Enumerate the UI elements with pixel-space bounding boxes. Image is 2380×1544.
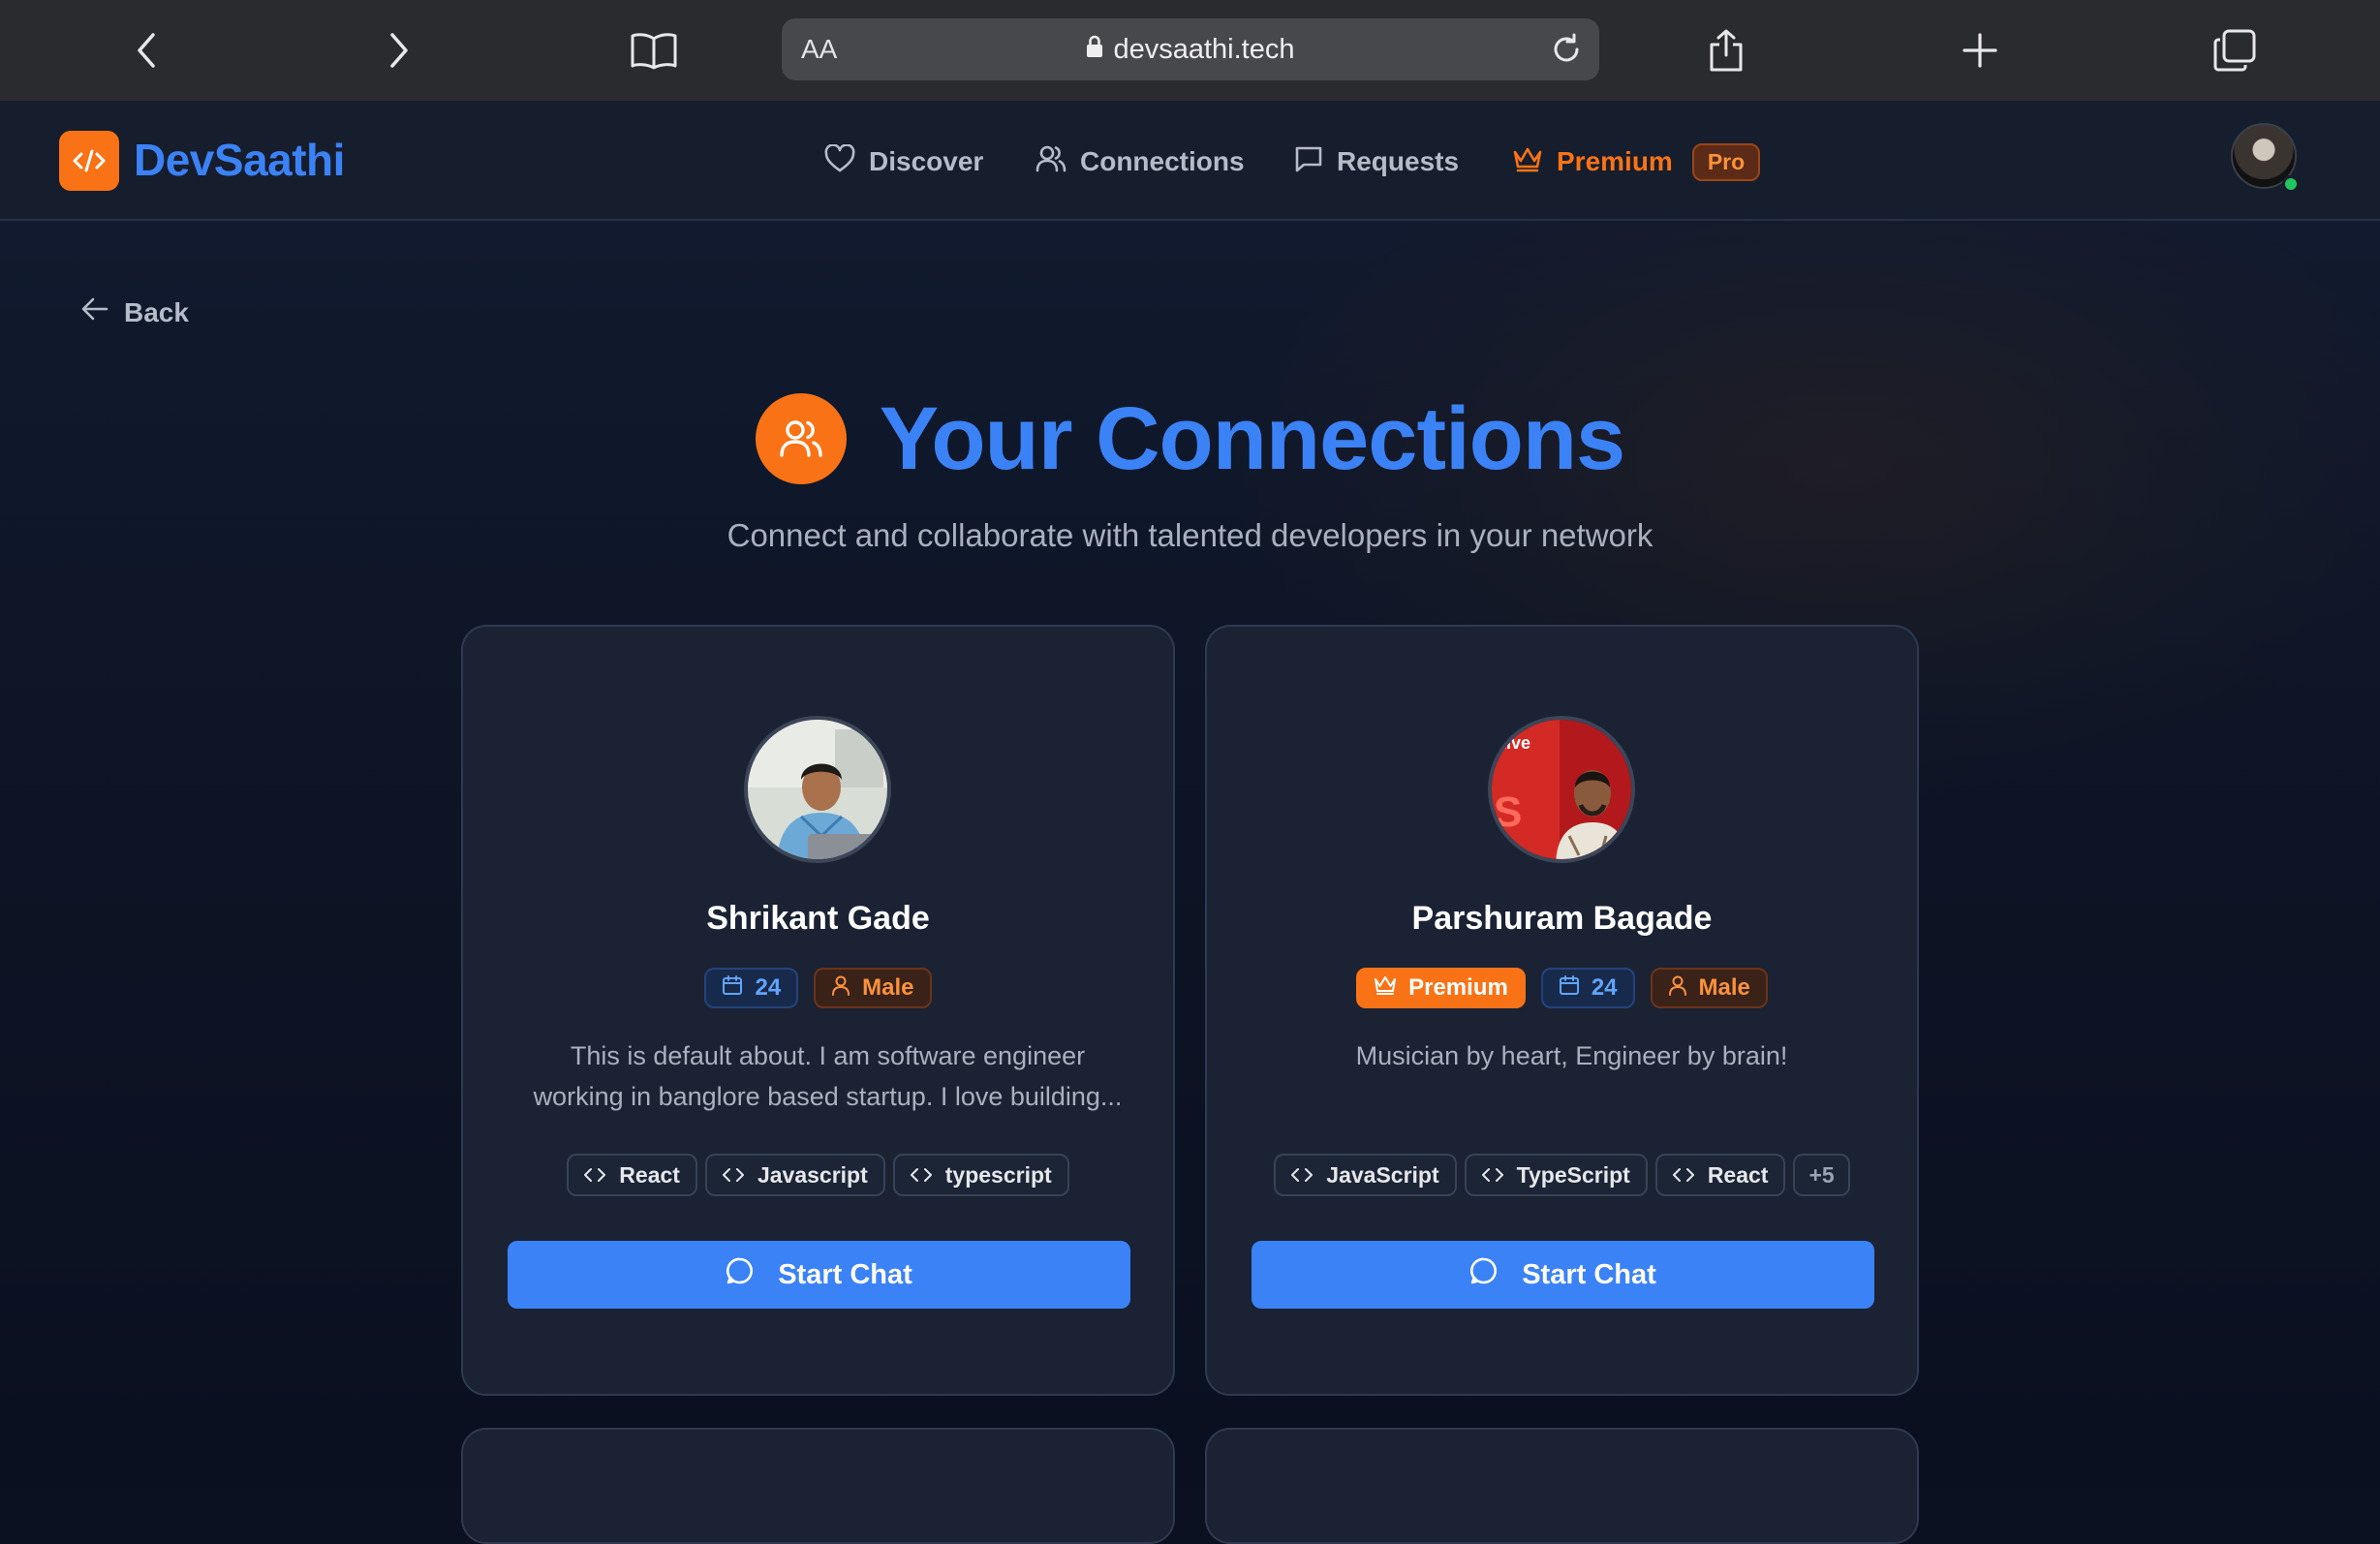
nav-premium-label: Premium — [1557, 146, 1673, 176]
nav-connections[interactable]: Connections — [1035, 139, 1245, 184]
age-value: 24 — [755, 974, 782, 1001]
connection-card — [461, 1428, 1175, 1544]
skills-row: JavaScript TypeScript React +5 — [1207, 1154, 1917, 1196]
users-icon — [755, 393, 847, 484]
gender-value: Male — [1698, 974, 1750, 1001]
new-tab-plus-icon[interactable] — [1951, 21, 2009, 79]
nav-discover-label: Discover — [869, 146, 984, 176]
skill-label: TypeScript — [1516, 1161, 1630, 1188]
back-button[interactable]: Back — [81, 296, 189, 328]
nav-premium[interactable]: Premium Pro — [1512, 139, 1761, 184]
about-line: working in banglore based startup. I lov… — [533, 1082, 1123, 1111]
page-subtitle: Connect and collaborate with talented de… — [726, 517, 1654, 553]
skill-tag: JavaScript — [1274, 1154, 1457, 1196]
gender-badge: Male — [814, 968, 932, 1008]
connection-name: Parshuram Bagade — [1411, 900, 1713, 937]
user-icon — [831, 974, 850, 1003]
age-badge: 24 — [1540, 968, 1635, 1008]
start-chat-button[interactable]: Start Chat — [1252, 1241, 1874, 1309]
connection-about: This is default about. I am software eng… — [521, 1035, 1134, 1117]
calendar-icon — [722, 974, 743, 1003]
url-text: devsaathi.tech — [1113, 33, 1295, 65]
connection-card — [1205, 1428, 1919, 1544]
age-badge: 24 — [704, 968, 799, 1008]
connection-about: Musician by heart, Engineer by brain! — [1265, 1035, 1878, 1076]
skill-tag: TypeScript — [1464, 1154, 1648, 1196]
skills-row: React Javascript typescript — [463, 1154, 1173, 1196]
start-chat-button[interactable]: Start Chat — [508, 1241, 1130, 1309]
svg-text:S: S — [1494, 788, 1522, 836]
premium-badge: Premium — [1356, 968, 1526, 1008]
arrow-left-icon — [81, 296, 108, 328]
skill-tag: typescript — [892, 1154, 1069, 1196]
back-arrow-icon[interactable] — [117, 21, 175, 79]
skill-tag: React — [567, 1154, 697, 1196]
calendar-icon — [1559, 974, 1580, 1003]
nav-connections-label: Connections — [1080, 146, 1245, 176]
tabs-overview-icon[interactable] — [2206, 21, 2264, 79]
nav-discover[interactable]: Discover — [824, 139, 983, 184]
address-bar[interactable]: AA devsaathi.tech — [782, 18, 1599, 80]
message-circle-icon — [726, 1256, 755, 1293]
badge-row: Premium 24 Male — [1207, 968, 1917, 1008]
connection-avatar[interactable] — [744, 716, 891, 863]
user-icon — [1668, 974, 1687, 1003]
about-line: This is default about. I am software eng… — [570, 1041, 1086, 1070]
users-icon — [1035, 144, 1066, 180]
skill-label: Javascript — [757, 1161, 868, 1188]
skill-label: React — [619, 1161, 680, 1188]
back-label: Back — [124, 296, 189, 327]
browser-toolbar: AA devsaathi.tech — [0, 0, 2380, 101]
nav-requests[interactable]: Requests — [1294, 139, 1459, 184]
forward-arrow-icon[interactable] — [370, 21, 428, 79]
connection-card: Shrikant Gade 24 Male This is default ab… — [461, 625, 1175, 1396]
code-logo-icon[interactable] — [59, 131, 119, 191]
page-header: Your Connections — [0, 386, 2380, 492]
about-line: Musician by heart, Engineer by brain! — [1355, 1041, 1788, 1070]
main-content: Back Your Connections Connect and collab… — [0, 221, 2380, 1544]
share-icon[interactable] — [1697, 21, 1755, 79]
more-skills-tag: +5 — [1793, 1154, 1850, 1196]
connection-card: Live S Parshuram Bagade Premium 24 Male … — [1205, 625, 1919, 1396]
start-chat-label: Start Chat — [778, 1258, 912, 1290]
heart-icon — [824, 142, 855, 180]
skill-label: typescript — [944, 1161, 1052, 1188]
reading-list-icon[interactable] — [625, 21, 683, 79]
crown-icon — [1512, 144, 1543, 180]
app-navbar: DevSaathi Discover Connections Requests … — [0, 101, 2380, 221]
badge-row: 24 Male — [463, 968, 1173, 1008]
brand-name[interactable]: DevSaathi — [134, 134, 345, 186]
reload-icon[interactable] — [1547, 30, 1586, 69]
premium-label: Premium — [1408, 974, 1508, 1001]
gender-badge: Male — [1650, 968, 1768, 1008]
code-icon — [1291, 1162, 1314, 1189]
connection-name: Shrikant Gade — [706, 900, 930, 937]
code-icon — [722, 1162, 744, 1189]
svg-text:Live: Live — [1496, 733, 1530, 753]
message-circle-icon — [1469, 1256, 1499, 1293]
code-icon — [1672, 1162, 1694, 1189]
start-chat-label: Start Chat — [1522, 1258, 1656, 1290]
online-status-dot — [2282, 175, 2300, 193]
message-square-icon — [1294, 144, 1323, 180]
nav-requests-label: Requests — [1337, 146, 1460, 176]
gender-value: Male — [862, 974, 914, 1001]
skill-tag: React — [1654, 1154, 1786, 1196]
skill-label: JavaScript — [1326, 1161, 1439, 1188]
code-icon — [1481, 1162, 1503, 1189]
pro-badge: Pro — [1691, 142, 1761, 181]
skill-tag: Javascript — [704, 1154, 885, 1196]
crown-icon — [1374, 974, 1397, 1003]
lock-icon — [1086, 34, 1103, 66]
code-icon — [584, 1162, 606, 1189]
skill-label: React — [1707, 1161, 1769, 1188]
code-icon — [910, 1162, 932, 1189]
connection-avatar[interactable]: Live S — [1488, 716, 1635, 863]
page-title: Your Connections — [879, 388, 1625, 488]
age-value: 24 — [1591, 974, 1618, 1001]
